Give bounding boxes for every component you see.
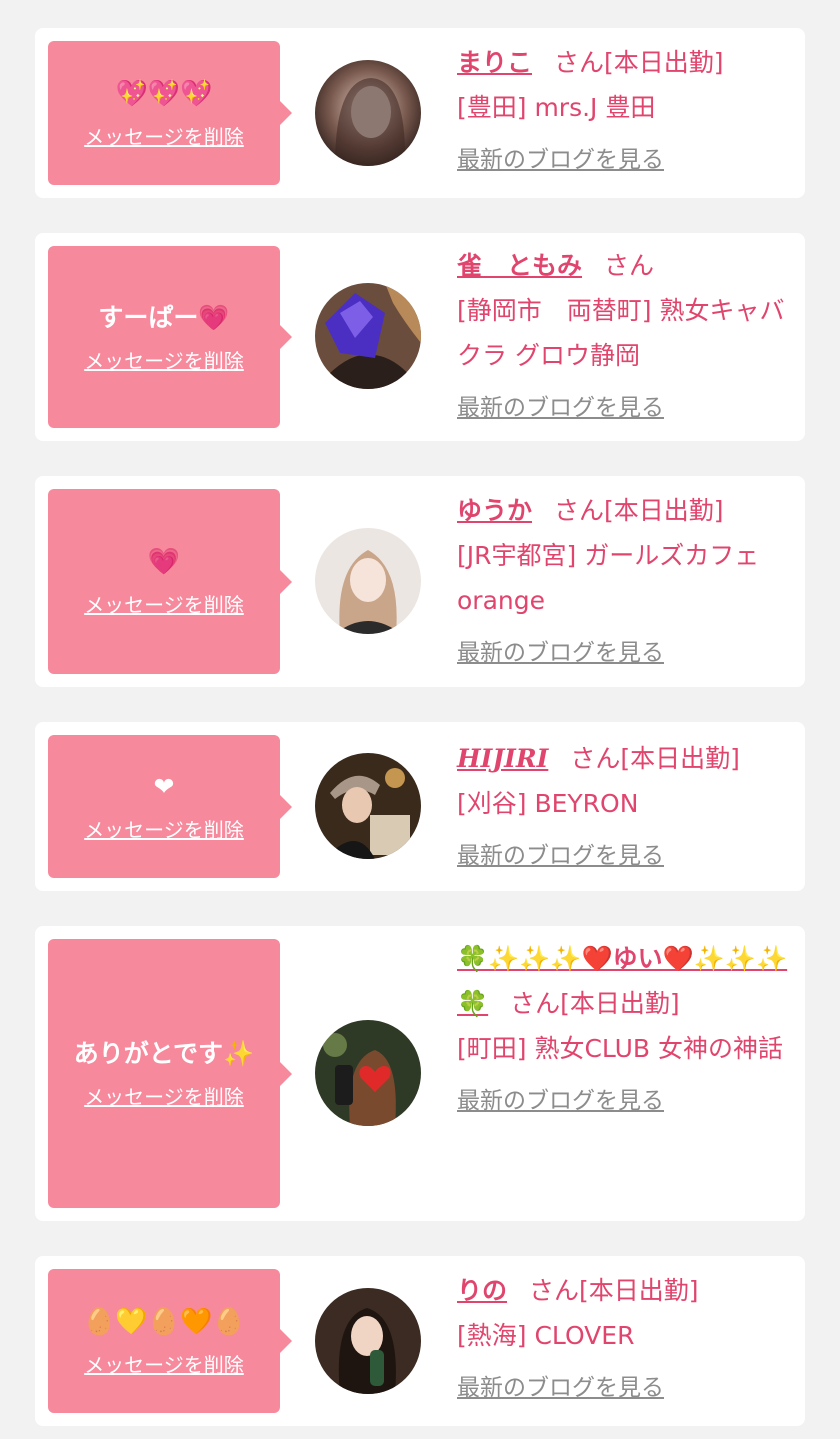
status-badge: [本日出勤] <box>560 989 680 1018</box>
cast-name-link[interactable]: りの <box>457 1276 507 1305</box>
latest-blog-link[interactable]: 最新のブログを見る <box>457 1366 664 1411</box>
message-bubble: 💖💖💖 メッセージを削除 <box>48 41 292 185</box>
shop-info: [刈谷] BEYRON <box>457 789 639 818</box>
shop-info: [JR宇都宮] ガールズカフェ orange <box>457 541 760 615</box>
latest-blog-link[interactable]: 最新のブログを見る <box>457 631 664 676</box>
avatar[interactable] <box>315 528 421 634</box>
message-card: 💗 メッセージを削除 ゆうか さん[本日出勤] [JR宇都宮] ガールズカフェ o… <box>35 476 805 687</box>
avatar[interactable] <box>315 60 421 166</box>
status-badge: [本日出勤] <box>604 48 724 77</box>
delete-message-link[interactable]: メッセージを削除 <box>84 589 244 618</box>
message-card: 💖💖💖 メッセージを削除 まりこ さん[本日出勤] [豊田] mrs.J 豊田 最… <box>35 28 805 198</box>
cast-info: りの さん[本日出勤] [熱海] CLOVER 最新のブログを見る <box>457 1268 792 1411</box>
honorific: さん <box>570 744 621 773</box>
message-bubble: すーぱー💗 メッセージを削除 <box>48 246 292 428</box>
latest-blog-link[interactable]: 最新のブログを見る <box>457 386 664 431</box>
shop-info: [豊田] mrs.J 豊田 <box>457 93 656 122</box>
cast-name-link[interactable]: まりこ <box>457 48 532 77</box>
latest-blog-link[interactable]: 最新のブログを見る <box>457 1079 664 1124</box>
message-bubble: ❤ メッセージを削除 <box>48 735 292 878</box>
delete-message-link[interactable]: メッセージを削除 <box>84 814 244 843</box>
delete-message-link[interactable]: メッセージを削除 <box>84 345 244 374</box>
latest-blog-link[interactable]: 最新のブログを見る <box>457 138 664 183</box>
status-badge: [本日出勤] <box>604 496 724 525</box>
cast-info: HIJIRI さん[本日出勤] [刈谷] BEYRON 最新のブログを見る <box>457 736 792 879</box>
cast-name-link[interactable]: ゆうか <box>457 496 532 525</box>
message-card: ありがとです✨ メッセージを削除 🍀✨✨✨❤️ゆい❤️✨✨✨🍀 さん[本日出勤] … <box>35 926 805 1221</box>
honorific: さん <box>510 989 561 1018</box>
status-badge: [本日出勤] <box>620 744 740 773</box>
cast-info: ゆうか さん[本日出勤] [JR宇都宮] ガールズカフェ orange 最新のブロ… <box>457 488 792 676</box>
avatar[interactable] <box>315 283 421 389</box>
latest-blog-link[interactable]: 最新のブログを見る <box>457 834 664 879</box>
honorific: さん <box>529 1276 580 1305</box>
delete-message-link[interactable]: メッセージを削除 <box>84 1081 244 1110</box>
cast-info: 雀 ともみ さん [静岡市 両替町] 熟女キャバクラ グロウ静岡 最新のブログを見… <box>457 243 792 431</box>
message-text: 💗 <box>147 547 181 577</box>
cast-info: まりこ さん[本日出勤] [豊田] mrs.J 豊田 最新のブログを見る <box>457 40 792 183</box>
avatar[interactable] <box>315 753 421 859</box>
message-text: すーぱー💗 <box>98 302 230 332</box>
honorific: さん <box>554 496 605 525</box>
message-bubble: 💗 メッセージを削除 <box>48 489 292 674</box>
delete-message-link[interactable]: メッセージを削除 <box>84 1349 244 1378</box>
avatar[interactable] <box>315 1020 421 1126</box>
shop-info: [熱海] CLOVER <box>457 1321 635 1350</box>
shop-info: [町田] 熟女CLUB 女神の神話 <box>457 1034 783 1063</box>
cast-info: 🍀✨✨✨❤️ゆい❤️✨✨✨🍀 さん[本日出勤] [町田] 熟女CLUB 女神の神話… <box>457 936 792 1124</box>
cast-name-link[interactable]: HIJIRI <box>457 744 548 773</box>
message-bubble: 🥚💛🥚🧡🥚 メッセージを削除 <box>48 1269 292 1413</box>
message-bubble: ありがとです✨ メッセージを削除 <box>48 939 292 1208</box>
message-text: 🥚💛🥚🧡🥚 <box>83 1306 245 1337</box>
status-badge: [本日出勤] <box>579 1276 699 1305</box>
message-text: 💖💖💖 <box>115 78 213 109</box>
message-text: ❤ <box>153 772 175 801</box>
cast-name-link[interactable]: 雀 ともみ <box>457 251 582 280</box>
delete-message-link[interactable]: メッセージを削除 <box>84 121 244 150</box>
honorific: さん <box>554 48 605 77</box>
message-card: ❤ メッセージを削除 HIJIRI さん[本日出勤] [刈谷] BEYRON 最新… <box>35 722 805 891</box>
avatar[interactable] <box>315 1288 421 1394</box>
shop-info: [静岡市 両替町] 熟女キャバクラ グロウ静岡 <box>457 296 785 370</box>
message-card: すーぱー💗 メッセージを削除 雀 ともみ さん [静岡市 両替町] 熟女キャバクラ… <box>35 233 805 441</box>
honorific: さん <box>604 251 655 280</box>
message-card: 🥚💛🥚🧡🥚 メッセージを削除 りの さん[本日出勤] [熱海] CLOVER 最新… <box>35 1256 805 1426</box>
message-text: ありがとです✨ <box>73 1039 255 1068</box>
